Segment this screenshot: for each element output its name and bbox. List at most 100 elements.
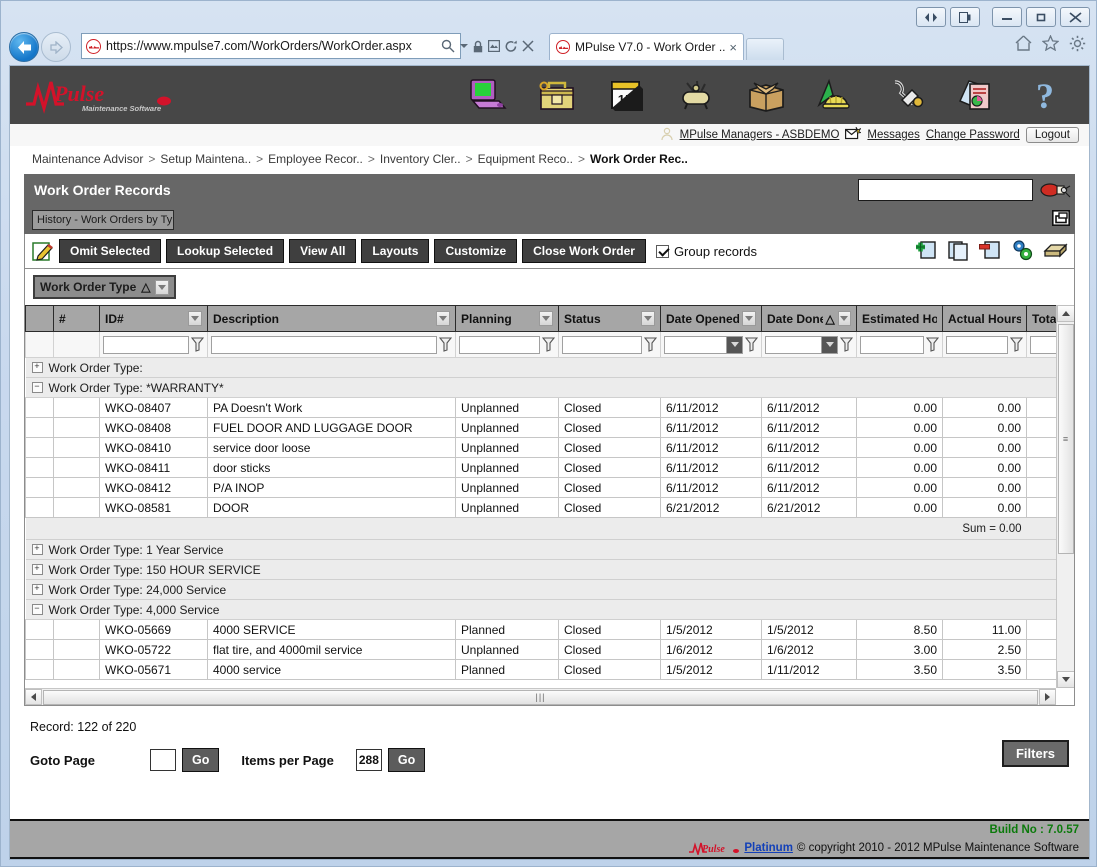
group-records-checkbox[interactable] (656, 245, 669, 258)
settings-gear-icon[interactable] (1069, 35, 1086, 52)
lock-icon[interactable] (473, 40, 483, 53)
filter-actual-hours-input[interactable] (946, 336, 1008, 354)
cell-description[interactable]: flat tire, and 4000mil service (208, 640, 456, 660)
table-row[interactable]: WKO-08581DOORUnplannedClosed6/21/20126/2… (26, 498, 1057, 518)
cell-status[interactable]: Closed (559, 478, 661, 498)
cell-total-cost[interactable] (1027, 398, 1057, 418)
filter-estimated-hours-input[interactable] (860, 336, 924, 354)
filter-id-input[interactable] (103, 336, 189, 354)
expand-group-icon[interactable]: + (32, 584, 43, 595)
filter-funnel-icon[interactable] (840, 337, 853, 352)
omit-selected-button[interactable]: Omit Selected (59, 239, 161, 263)
filter-description-input[interactable] (211, 336, 437, 354)
cell-status[interactable]: Closed (559, 458, 661, 478)
table-row[interactable]: WKO-08408FUEL DOOR AND LUGGAGE DOORUnpla… (26, 418, 1057, 438)
cell-id[interactable]: WKO-05671 (100, 660, 208, 680)
user-account-link[interactable]: MPulse Managers - ASBDEMO (680, 129, 840, 141)
logout-button[interactable]: Logout (1026, 127, 1079, 143)
compatibility-icon[interactable] (488, 40, 500, 52)
lookup-selected-button[interactable]: Lookup Selected (166, 239, 284, 263)
col-id[interactable]: ID# (100, 306, 208, 332)
scrollbar-thumb[interactable]: ||| (43, 690, 1038, 705)
cell-total-cost[interactable] (1027, 418, 1057, 438)
cell-id[interactable]: WKO-08581 (100, 498, 208, 518)
cell-description[interactable]: P/A INOP (208, 478, 456, 498)
cell-estimated-hours[interactable]: 0.00 (857, 418, 943, 438)
cell-date-done[interactable]: 6/11/2012 (762, 478, 857, 498)
cell-status[interactable]: Closed (559, 640, 661, 660)
chevron-down-icon[interactable] (155, 280, 169, 295)
table-row[interactable]: WKO-08410service door looseUnplannedClos… (26, 438, 1057, 458)
address-bar[interactable]: https://www.mpulse7.com/WorkOrders/WorkO… (81, 33, 461, 59)
cell-actual-hours[interactable]: 0.00 (943, 398, 1027, 418)
chevron-down-icon[interactable] (188, 311, 202, 326)
scroll-down-button[interactable] (1057, 671, 1075, 688)
cell-date-opened[interactable]: 6/11/2012 (661, 458, 762, 478)
expand-group-icon[interactable]: + (32, 564, 43, 575)
cell-total-cost[interactable] (1027, 640, 1057, 660)
row-marker[interactable] (26, 398, 54, 418)
cell-description[interactable]: FUEL DOOR AND LUGGAGE DOOR (208, 418, 456, 438)
vertical-scrollbar[interactable]: ≡ (1056, 305, 1074, 688)
inventory-box-icon[interactable] (745, 75, 789, 115)
table-row[interactable]: WKO-08407PA Doesn't WorkUnplannedClosed6… (26, 398, 1057, 418)
scroll-left-button[interactable] (25, 689, 42, 705)
help-question-icon[interactable]: ? (1025, 75, 1069, 115)
cell-planning[interactable]: Planned (456, 660, 559, 680)
cell-description[interactable]: PA Doesn't Work (208, 398, 456, 418)
group-row[interactable]: +Work Order Type: 150 HOUR SERVICE (26, 560, 1057, 580)
layouts-button[interactable]: Layouts (361, 239, 429, 263)
refresh-icon[interactable] (505, 40, 517, 53)
cell-planning[interactable]: Unplanned (456, 498, 559, 518)
cell-estimated-hours[interactable]: 8.50 (857, 620, 943, 640)
col-total-cost[interactable]: Total C (1027, 306, 1057, 332)
close-icon[interactable]: × (725, 40, 737, 55)
print-icon[interactable] (1042, 238, 1066, 262)
cell-description[interactable]: 4000 service (208, 660, 456, 680)
horizontal-scrollbar[interactable]: ||| (25, 688, 1056, 705)
row-marker[interactable] (26, 620, 54, 640)
breadcrumb-item-2[interactable]: Employee Recor.. (268, 152, 363, 166)
cell-date-opened[interactable]: 1/6/2012 (661, 640, 762, 660)
cell-date-done[interactable]: 1/11/2012 (762, 660, 857, 680)
col-estimated-hours[interactable]: Estimated Ho (857, 306, 943, 332)
breadcrumb-item-0[interactable]: Maintenance Advisor (32, 152, 143, 166)
toolbox-icon[interactable] (535, 75, 579, 115)
cell-date-opened[interactable]: 6/11/2012 (661, 398, 762, 418)
cell-description[interactable]: door sticks (208, 458, 456, 478)
goto-page-input[interactable] (150, 749, 176, 771)
cell-date-done[interactable]: 6/21/2012 (762, 498, 857, 518)
row-marker[interactable] (26, 660, 54, 680)
items-per-page-input[interactable]: 288 (356, 749, 382, 771)
cell-actual-hours[interactable]: 0.00 (943, 418, 1027, 438)
filter-funnel-icon[interactable] (745, 337, 758, 352)
cell-date-opened[interactable]: 6/21/2012 (661, 498, 762, 518)
filter-total-cost-input[interactable] (1030, 336, 1056, 354)
cell-date-opened[interactable]: 1/5/2012 (661, 620, 762, 640)
sort-ascending-icon[interactable]: △ (826, 312, 835, 326)
search-input[interactable] (858, 179, 1033, 201)
reports-icon[interactable] (955, 75, 999, 115)
maximize-button[interactable] (1026, 7, 1056, 27)
table-row[interactable]: WKO-056714000 servicePlannedClosed1/5/20… (26, 660, 1057, 680)
cell-total-cost[interactable] (1027, 660, 1057, 680)
cell-estimated-hours[interactable]: 0.00 (857, 498, 943, 518)
cell-actual-hours[interactable]: 11.00 (943, 620, 1027, 640)
breadcrumb-item-4[interactable]: Equipment Reco.. (478, 152, 573, 166)
table-row[interactable]: WKO-08411door sticksUnplannedClosed6/11/… (26, 458, 1057, 478)
calendar-dropdown-icon[interactable] (821, 337, 837, 353)
collapse-group-icon[interactable]: − (32, 382, 43, 393)
customize-button[interactable]: Customize (434, 239, 517, 263)
restore-window-icon[interactable] (1052, 210, 1070, 226)
filters-button[interactable]: Filters (1002, 740, 1069, 767)
cell-actual-hours[interactable]: 0.00 (943, 498, 1027, 518)
maintenance-tools-icon[interactable] (885, 75, 929, 115)
restore-down-button[interactable] (916, 7, 946, 27)
col-status[interactable]: Status (559, 306, 661, 332)
cell-planning[interactable]: Planned (456, 620, 559, 640)
breadcrumb-item-3[interactable]: Inventory Cler.. (380, 152, 461, 166)
back-arrow-icon[interactable] (9, 32, 39, 62)
home-icon[interactable] (1015, 35, 1032, 52)
cell-id[interactable]: WKO-08407 (100, 398, 208, 418)
cell-actual-hours[interactable]: 0.00 (943, 478, 1027, 498)
